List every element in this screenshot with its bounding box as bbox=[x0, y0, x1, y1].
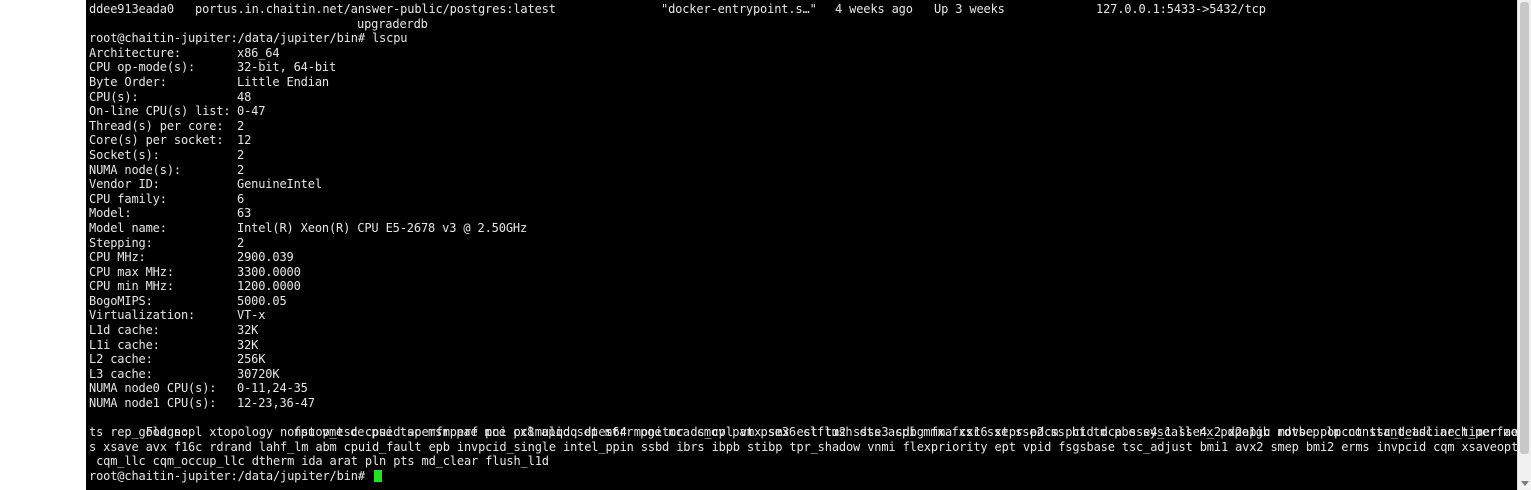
lscpu-row: CPU op-mode(s): 32-bit, 64-bit bbox=[89, 60, 1514, 75]
lscpu-key: Model name: bbox=[89, 220, 167, 235]
container-status: Up 3 weeks bbox=[934, 2, 1005, 16]
lscpu-row: L1i cache: 32K bbox=[89, 338, 1514, 353]
lscpu-row: Vendor ID: GenuineIntel bbox=[89, 177, 1514, 192]
lscpu-key: L1i cache: bbox=[89, 337, 160, 352]
flags-value-line: ts rep_good nopl xtopology nonstop_tsc c… bbox=[89, 425, 1517, 440]
lscpu-value: Little Endian bbox=[237, 74, 329, 89]
lscpu-key: CPU MHz: bbox=[89, 250, 146, 265]
lscpu-value: 2 bbox=[237, 147, 245, 162]
lscpu-value: 0-47 bbox=[237, 104, 266, 119]
lscpu-row: L3 cache: 30720K bbox=[89, 367, 1514, 382]
lscpu-row: Virtualization: VT-x bbox=[89, 308, 1514, 323]
flags-first-line: Flags: fpu vme de pse tsc msr pae mce cx8… bbox=[89, 411, 1517, 439]
lscpu-key: Socket(s): bbox=[89, 147, 160, 162]
lscpu-value: 32-bit, 64-bit bbox=[237, 60, 337, 75]
lscpu-row: Byte Order: Little Endian bbox=[89, 75, 1514, 90]
lscpu-key: NUMA node0 CPU(s): bbox=[89, 381, 217, 396]
lscpu-value: 32K bbox=[237, 323, 259, 338]
container-created: 4 weeks ago bbox=[835, 2, 913, 16]
lscpu-key: L1d cache: bbox=[89, 323, 160, 338]
lscpu-row: L2 cache: 256K bbox=[89, 352, 1514, 367]
lscpu-row: BogoMIPS: 5000.05 bbox=[89, 294, 1514, 309]
lscpu-value: 256K bbox=[237, 352, 266, 367]
lscpu-key: NUMA node1 CPU(s): bbox=[89, 396, 217, 411]
lscpu-value: 2 bbox=[237, 118, 245, 133]
lscpu-value: 6 bbox=[237, 191, 245, 206]
lscpu-output: Architecture: x86_64 CPU op-mode(s): 32-bit… bbox=[89, 46, 1514, 411]
lscpu-value: 63 bbox=[237, 206, 252, 221]
lscpu-value: Intel(R) Xeon(R) CPU E5-2678 v3 @ 2.50GH… bbox=[237, 220, 528, 235]
lscpu-value: 2 bbox=[237, 235, 245, 250]
docker-ps-row-wrap: upgraderdb bbox=[89, 17, 1514, 32]
lscpu-key: Virtualization: bbox=[89, 308, 196, 323]
lscpu-value: VT-x bbox=[237, 308, 266, 323]
lscpu-row: Core(s) per socket: 12 bbox=[89, 133, 1514, 148]
lscpu-key: CPU min MHz: bbox=[89, 279, 174, 294]
vertical-scrollbar[interactable] bbox=[1517, 0, 1531, 490]
final-prompt-line[interactable]: root@chaitin-jupiter:/data/jupiter/bin# bbox=[89, 469, 1514, 484]
terminal-window[interactable]: ddee913eada0 portus.in.chaitin.net/answe… bbox=[86, 0, 1517, 490]
flags-value-line: cqm_llc cqm_occup_llc dtherm ida arat pl… bbox=[89, 454, 549, 469]
lscpu-row: Model: 63 bbox=[89, 206, 1514, 221]
container-command: "docker-entrypoint.s…" bbox=[661, 2, 817, 16]
lscpu-row: CPU(s): 48 bbox=[89, 90, 1514, 105]
lscpu-row: Thread(s) per core: 2 bbox=[89, 119, 1514, 134]
lscpu-value: 32K bbox=[237, 337, 259, 352]
lscpu-row: CPU min MHz: 1200.0000 bbox=[89, 279, 1514, 294]
lscpu-row: NUMA node(s): 2 bbox=[89, 163, 1514, 178]
lscpu-value: GenuineIntel bbox=[237, 177, 322, 192]
lscpu-row: CPU family: 6 bbox=[89, 192, 1514, 207]
lscpu-key: Stepping: bbox=[89, 235, 153, 250]
lscpu-value: 30720K bbox=[237, 366, 280, 381]
lscpu-row: NUMA node0 CPU(s): 0-11,24-35 bbox=[89, 381, 1514, 396]
lscpu-value: x86_64 bbox=[237, 45, 280, 60]
lscpu-key: BogoMIPS: bbox=[89, 293, 153, 308]
lscpu-value: 12-23,36-47 bbox=[237, 396, 315, 411]
lscpu-value: 1200.0000 bbox=[237, 279, 301, 294]
docker-ps-row: ddee913eada0 portus.in.chaitin.net/answe… bbox=[89, 2, 1514, 17]
container-image: portus.in.chaitin.net/answer-public/post… bbox=[195, 2, 556, 16]
lscpu-row: CPU max MHz: 3300.0000 bbox=[89, 265, 1514, 280]
lscpu-row: Architecture: x86_64 bbox=[89, 46, 1514, 61]
lscpu-row: L1d cache: 32K bbox=[89, 323, 1514, 338]
lscpu-row: NUMA node1 CPU(s): 12-23,36-47 bbox=[89, 396, 1514, 411]
lscpu-value: 5000.05 bbox=[237, 293, 287, 308]
container-ports: 127.0.0.1:5433->5432/tcp bbox=[1096, 2, 1266, 16]
final-prompt: root@chaitin-jupiter:/data/jupiter/bin# bbox=[89, 469, 372, 483]
lscpu-row: On-line CPU(s) list: 0-47 bbox=[89, 104, 1514, 119]
container-name: upgraderdb bbox=[357, 16, 428, 31]
lscpu-row: Socket(s): 2 bbox=[89, 148, 1514, 163]
prompt-command-line: root@chaitin-jupiter:/data/jupiter/bin# … bbox=[89, 31, 408, 46]
container-id: ddee913eada0 bbox=[89, 2, 174, 16]
lscpu-row: Model name: Intel(R) Xeon(R) CPU E5-2678 … bbox=[89, 221, 1514, 236]
terminal-output: ddee913eada0 portus.in.chaitin.net/answe… bbox=[89, 2, 1517, 484]
lscpu-value: 12 bbox=[237, 133, 252, 148]
lscpu-key: Core(s) per socket: bbox=[89, 133, 224, 148]
lscpu-value: 0-11,24-35 bbox=[237, 381, 308, 396]
lscpu-key: L3 cache: bbox=[89, 366, 153, 381]
lscpu-value: 48 bbox=[237, 89, 252, 104]
lscpu-key: NUMA node(s): bbox=[89, 162, 181, 177]
terminal-cursor bbox=[374, 470, 382, 482]
window-frame: ddee913eada0 portus.in.chaitin.net/answe… bbox=[0, 0, 1531, 490]
lscpu-key: Model: bbox=[89, 206, 132, 221]
lscpu-value: 2900.039 bbox=[237, 250, 294, 265]
lscpu-value: 3300.0000 bbox=[237, 264, 301, 279]
lscpu-row: CPU MHz: 2900.039 bbox=[89, 250, 1514, 265]
lscpu-key: Thread(s) per core: bbox=[89, 118, 224, 133]
scroll-down-arrow-icon[interactable] bbox=[1521, 481, 1529, 486]
lscpu-row: Stepping: 2 bbox=[89, 236, 1514, 251]
scrollbar-thumb[interactable] bbox=[1520, 2, 1529, 454]
lscpu-value: 2 bbox=[237, 162, 245, 177]
lscpu-key: L2 cache: bbox=[89, 352, 153, 367]
lscpu-key: CPU max MHz: bbox=[89, 264, 174, 279]
flags-value-line: s xsave avx f16c rdrand lahf_lm abm cpui… bbox=[89, 439, 1517, 454]
lscpu-key: CPU family: bbox=[89, 191, 167, 206]
lscpu-key: Vendor ID: bbox=[89, 177, 160, 192]
